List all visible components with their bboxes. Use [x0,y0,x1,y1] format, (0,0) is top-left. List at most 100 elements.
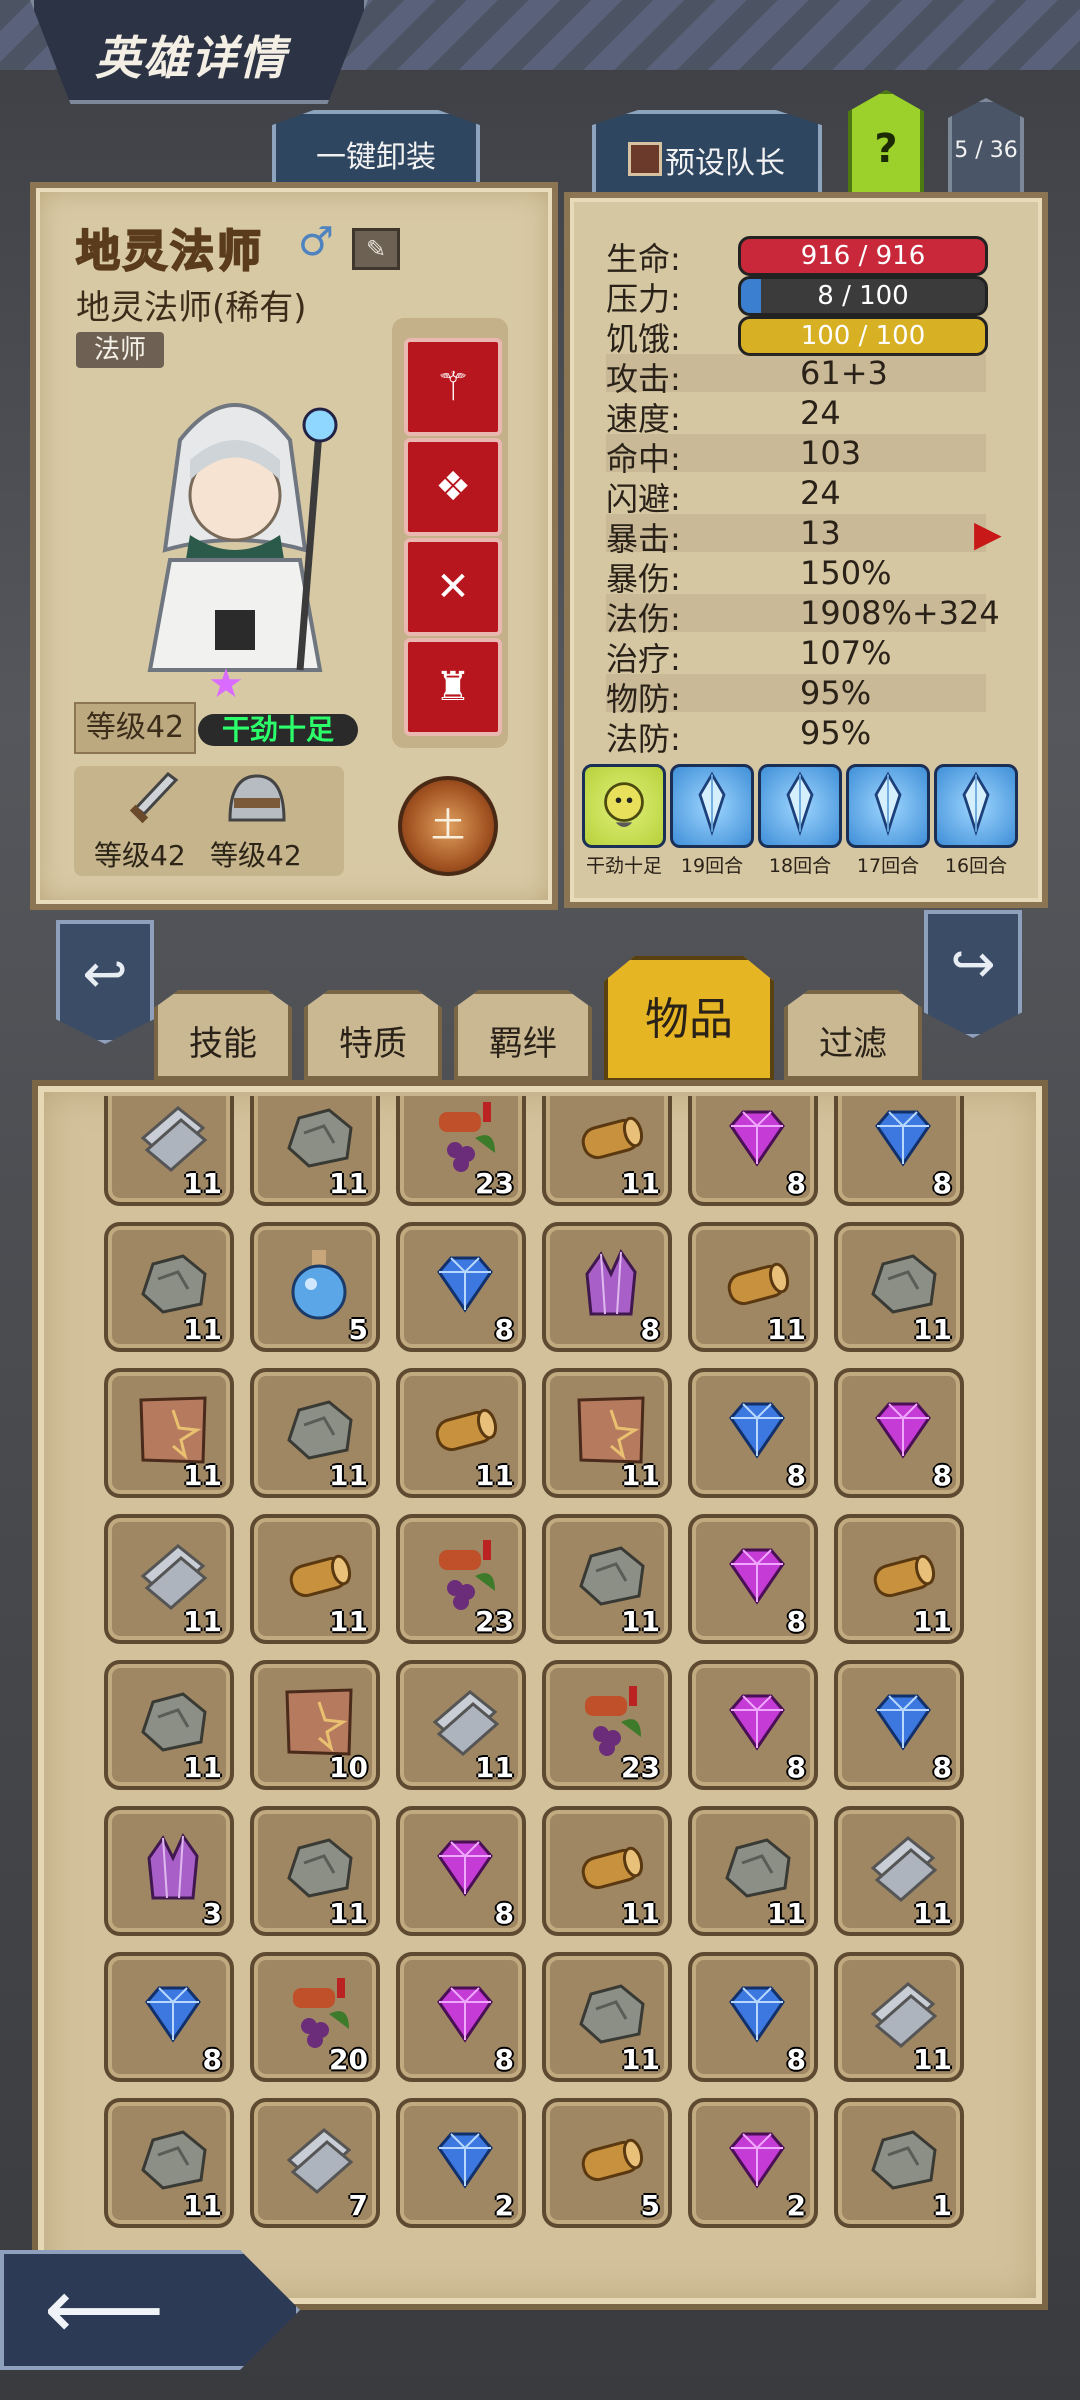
hero-portrait[interactable] [110,380,360,690]
crossed-blades-icon[interactable]: ✕ [404,538,502,636]
hero-subtitle: 地灵法师(稀有) [76,288,307,328]
inventory-grid[interactable]: 11 11 23 11 8 8 11 5 8 8 11 11 11 11 11 11 8 8 11 11 23 11 8 11… [104,1096,984,2276]
inventory-slot[interactable]: 11 [250,1514,380,1644]
crystal-icon [133,1828,213,1908]
inventory-slot[interactable]: 11 [250,1368,380,1498]
food-icon [425,1098,505,1178]
inventory-slot[interactable]: 11 [542,1096,672,1206]
inventory-slot[interactable]: 23 [542,1660,672,1790]
stat-bar: 8 / 100 [738,276,988,316]
inventory-slot[interactable]: 2 [688,2098,818,2228]
tab-2[interactable]: 羁绊 [454,990,592,1080]
inventory-slot[interactable]: 11 [542,1514,672,1644]
stat-value: 95% [800,714,872,752]
previous-hero-button[interactable]: ↩ [56,920,154,1044]
stat-row: 治疗: 107% [606,634,986,678]
inventory-slot[interactable]: 8 [688,1952,818,2082]
inventory-slot[interactable]: 11 [834,1514,964,1644]
earth-element-icon[interactable]: 土 [398,776,498,876]
next-hero-button[interactable]: ↪ [924,910,1022,1038]
stat-bar: 916 / 916 [738,236,988,276]
tab-0[interactable]: 技能 [154,990,292,1080]
inventory-slot[interactable]: 8 [688,1514,818,1644]
inventory-slot[interactable]: 11 [250,1096,380,1206]
inventory-slot[interactable]: 23 [396,1096,526,1206]
hide-icon [279,1682,359,1762]
blue-gem-icon [133,1974,213,2054]
purple-gem-icon [717,2120,797,2200]
inventory-slot[interactable]: 11 [104,1368,234,1498]
item-quantity: 5 [348,1313,368,1346]
inventory-slot[interactable]: 11 [542,1368,672,1498]
crystal-icon[interactable]: 17回合 [846,764,930,877]
inventory-slot[interactable]: 1 [834,2098,964,2228]
inventory-slot[interactable]: 8 [834,1660,964,1790]
inventory-slot[interactable]: 23 [396,1514,526,1644]
crystal-icon[interactable]: 18回合 [758,764,842,877]
inventory-slot[interactable]: 2 [396,2098,526,2228]
stone-icon [717,1828,797,1908]
inventory-slot[interactable]: 8 [688,1368,818,1498]
item-quantity: 3 [202,1897,222,1930]
tab-4[interactable]: 过滤 [784,990,922,1080]
inventory-slot[interactable]: 8 [688,1660,818,1790]
inventory-slot[interactable]: 11 [250,1806,380,1936]
item-quantity: 8 [786,1605,806,1638]
inventory-slot[interactable]: 11 [104,1660,234,1790]
item-quantity: 8 [494,2043,514,2076]
stat-row: 法伤: 1908%+324 [606,594,1000,638]
help-button[interactable]: ? [848,90,924,198]
inventory-slot[interactable]: 8 [834,1368,964,1498]
stone-icon [133,1244,213,1324]
stat-bar-value: 100 / 100 [800,321,926,351]
inventory-slot[interactable]: 8 [396,1806,526,1936]
inventory-slot[interactable]: 11 [542,1806,672,1936]
inventory-slot[interactable]: 5 [542,2098,672,2228]
inventory-slot[interactable]: 11 [834,1222,964,1352]
inventory-slot[interactable]: 11 [396,1368,526,1498]
inventory-slot[interactable]: 5 [250,1222,380,1352]
inventory-slot[interactable]: 8 [396,1952,526,2082]
stat-row: 闪避: 24 [606,474,986,518]
inventory-slot[interactable]: 8 [834,1096,964,1206]
star-icon: ★ [208,661,244,707]
captain-checkbox[interactable] [628,142,662,176]
wood-icon [279,1536,359,1616]
crystal-icon[interactable]: 16回合 [934,764,1018,877]
stat-value: 24 [800,474,841,512]
stat-row-bar: 压力: 8 / 100 [606,274,988,318]
inventory-slot[interactable]: 11 [104,1096,234,1206]
hero-page-count: 5 / 36 [954,138,1018,163]
crit-detail-arrow-icon[interactable]: ▶ [974,514,1002,555]
inventory-slot[interactable]: 8 [396,1222,526,1352]
inventory-slot[interactable]: 10 [250,1660,380,1790]
buff-label: 18回合 [768,855,832,877]
book-icon[interactable]: ❖ [404,438,502,536]
back-button[interactable]: ⟵ [0,2250,300,2370]
inventory-slot[interactable]: 3 [104,1806,234,1936]
item-quantity: 11 [621,1897,660,1930]
inventory-slot[interactable]: 8 [542,1222,672,1352]
inventory-slot[interactable]: 11 [104,1222,234,1352]
inventory-slot[interactable]: 11 [834,1952,964,2082]
inventory-slot[interactable]: 11 [688,1806,818,1936]
inventory-slot[interactable]: 8 [104,1952,234,2082]
rename-icon[interactable]: ✎ [352,228,400,270]
crystal-icon[interactable]: 19回合 [670,764,754,877]
inventory-slot[interactable]: 20 [250,1952,380,2082]
staff-icon[interactable]: ⚚ [404,338,502,436]
tab-3[interactable]: 物品 [604,956,774,1082]
inventory-slot[interactable]: 11 [104,2098,234,2228]
inventory-slot[interactable]: 7 [250,2098,380,2228]
lightbulb-face-icon[interactable]: 干劲十足 [582,764,666,877]
inventory-slot[interactable]: 11 [104,1514,234,1644]
inventory-slot[interactable]: 8 [688,1096,818,1206]
inventory-slot[interactable]: 11 [688,1222,818,1352]
item-quantity: 11 [621,1605,660,1638]
inventory-slot[interactable]: 11 [396,1660,526,1790]
item-quantity: 11 [767,1313,806,1346]
cloak-icon[interactable]: ♜ [404,638,502,736]
inventory-slot[interactable]: 11 [834,1806,964,1936]
tab-1[interactable]: 特质 [304,990,442,1080]
inventory-slot[interactable]: 11 [542,1952,672,2082]
